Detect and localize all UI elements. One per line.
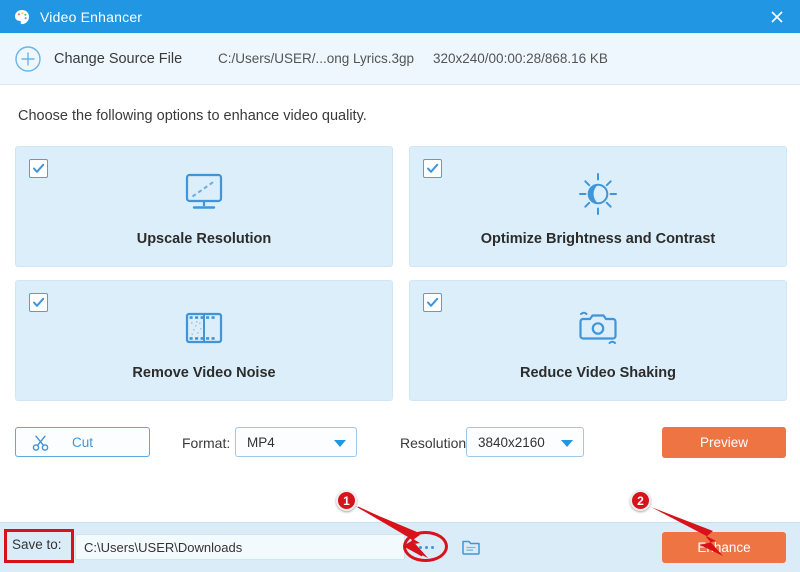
annotation-badge-2: 2 bbox=[630, 490, 651, 511]
cut-button[interactable]: Cut bbox=[15, 427, 150, 457]
folder-icon[interactable] bbox=[458, 535, 484, 559]
chevron-down-icon bbox=[334, 440, 346, 447]
format-value: MP4 bbox=[247, 434, 275, 450]
source-file-bar: Change Source File C:/Users/USER/...ong … bbox=[0, 33, 800, 85]
save-path-input[interactable]: C:\Users\USER\Downloads bbox=[75, 534, 405, 560]
palette-icon bbox=[13, 8, 31, 26]
window-title: Video Enhancer bbox=[40, 8, 143, 25]
resolution-label: Resolution: bbox=[400, 435, 471, 451]
camera-shake-icon bbox=[410, 303, 786, 353]
resolution-dropdown[interactable]: 3840x2160 bbox=[466, 427, 584, 457]
annotation-badge-1: 1 bbox=[336, 490, 357, 511]
option-label-optimize-brightness: Optimize Brightness and Contrast bbox=[480, 231, 716, 247]
change-source-file-button[interactable]: Change Source File bbox=[54, 51, 182, 67]
format-label: Format: bbox=[182, 435, 231, 451]
bottom-bar: Save to: C:\Users\USER\Downloads Enhance bbox=[0, 522, 800, 572]
option-label-reduce-shaking: Reduce Video Shaking bbox=[519, 365, 677, 381]
format-dropdown[interactable]: MP4 bbox=[235, 427, 357, 457]
option-card-remove-noise[interactable]: Remove Video Noise bbox=[15, 280, 393, 401]
save-to-label: Save to: bbox=[12, 537, 62, 552]
save-path-value: C:\Users\USER\Downloads bbox=[84, 540, 243, 555]
monitor-upscale-icon bbox=[16, 169, 392, 219]
enhance-options-grid: Upscale Resolution Optimize Brightness a… bbox=[15, 146, 787, 401]
option-card-optimize-brightness[interactable]: Optimize Brightness and Contrast bbox=[409, 146, 787, 267]
source-file-path: C:/Users/USER/...ong Lyrics.3gp bbox=[218, 51, 415, 66]
resolution-value: 3840x2160 bbox=[478, 434, 545, 450]
video-enhancer-window: Video Enhancer Change Source File C:/Use… bbox=[0, 0, 800, 572]
chevron-down-icon bbox=[561, 440, 573, 447]
controls-row: Cut Format: MP4 Resolution: 3840x2160 Pr… bbox=[0, 424, 800, 466]
close-icon[interactable] bbox=[754, 0, 800, 33]
cut-button-label: Cut bbox=[71, 434, 93, 450]
ellipsis-icon[interactable] bbox=[410, 535, 442, 559]
option-label-remove-noise: Remove Video Noise bbox=[132, 365, 276, 381]
film-strip-noise-icon bbox=[16, 303, 392, 353]
sun-contrast-icon bbox=[410, 169, 786, 219]
option-card-reduce-shaking[interactable]: Reduce Video Shaking bbox=[409, 280, 787, 401]
title-bar: Video Enhancer bbox=[0, 0, 800, 33]
option-label-upscale-resolution: Upscale Resolution bbox=[136, 231, 272, 247]
preview-button[interactable]: Preview bbox=[662, 427, 786, 458]
option-card-upscale-resolution[interactable]: Upscale Resolution bbox=[15, 146, 393, 267]
plus-circle-icon[interactable] bbox=[14, 45, 42, 73]
instruction-text: Choose the following options to enhance … bbox=[18, 108, 367, 124]
source-file-meta: 320x240/00:00:28/868.16 KB bbox=[433, 51, 608, 66]
scissors-icon bbox=[32, 434, 50, 457]
enhance-button[interactable]: Enhance bbox=[662, 532, 786, 563]
